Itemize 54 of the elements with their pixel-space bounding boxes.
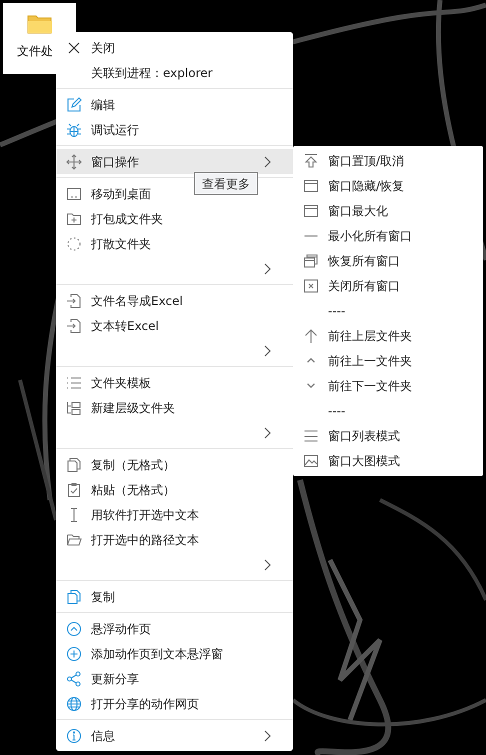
copy-icon [66, 456, 82, 472]
window-icon [303, 202, 319, 218]
chevron-right-icon [264, 558, 271, 570]
globe-icon [66, 696, 82, 712]
menu-item[interactable]: 窗口操作 [56, 149, 293, 174]
close-box-icon [303, 278, 319, 294]
info-icon [66, 728, 82, 744]
clipboard-check-icon [66, 482, 82, 498]
menu-item[interactable]: 关闭所有窗口 [293, 273, 483, 298]
folder-icon [66, 532, 82, 548]
chevron-right-icon [264, 344, 271, 356]
share-icon [66, 670, 82, 686]
folder-tree-icon [66, 400, 82, 416]
minus-icon [304, 234, 318, 236]
move-arrows-icon [66, 154, 82, 170]
file-import-icon [66, 318, 82, 334]
chevron-down-icon [307, 383, 315, 388]
chevron-right-icon [264, 156, 271, 168]
bug-icon [66, 122, 82, 138]
menu-item[interactable]: ---- [293, 398, 483, 423]
menu-item[interactable]: 恢复所有窗口 [293, 248, 483, 273]
chevron-right-icon [264, 730, 271, 742]
arrow-up-bar-icon [303, 152, 319, 168]
menu-item[interactable]: 窗口最大化 [293, 198, 483, 223]
menu-item[interactable]: 前往上层文件夹 [293, 323, 483, 348]
windows-stack-icon [303, 252, 319, 268]
pencil-square-icon [66, 96, 82, 112]
desktop-icon-label: 文件处 [16, 43, 53, 60]
arrow-up-icon [303, 328, 319, 344]
chevron-up-circle-icon [66, 620, 82, 636]
menu-item[interactable]: 最小化所有窗口 [293, 223, 483, 248]
menu-item[interactable]: 窗口大图模式 [293, 448, 483, 473]
file-import-icon [66, 292, 82, 308]
menu-item[interactable]: 窗口隐藏/恢复 [293, 173, 483, 198]
image-icon [303, 452, 319, 468]
plus-circle-icon [66, 646, 82, 662]
close-icon [66, 40, 82, 56]
lines-icon [303, 428, 319, 444]
folder-plus-icon [66, 210, 82, 226]
chevron-up-icon [307, 358, 315, 363]
menu-item[interactable]: 窗口列表模式 [293, 423, 483, 448]
chevron-right-icon [264, 426, 271, 438]
tooltip: 查看更多 [194, 172, 258, 195]
folder-icon [26, 13, 52, 35]
menu-item[interactable]: 前往上一文件夹 [293, 348, 483, 373]
dotted-circle-icon [66, 236, 82, 252]
menu-item[interactable]: 前往下一文件夹 [293, 373, 483, 398]
menu-item[interactable]: ---- [293, 298, 483, 323]
list-icon [66, 374, 82, 390]
window-icon [303, 178, 319, 194]
menu-item[interactable]: 窗口置顶/取消 [293, 148, 483, 173]
copy-icon [66, 588, 82, 604]
chevron-right-icon [264, 262, 271, 274]
desktop-icon [66, 186, 82, 202]
